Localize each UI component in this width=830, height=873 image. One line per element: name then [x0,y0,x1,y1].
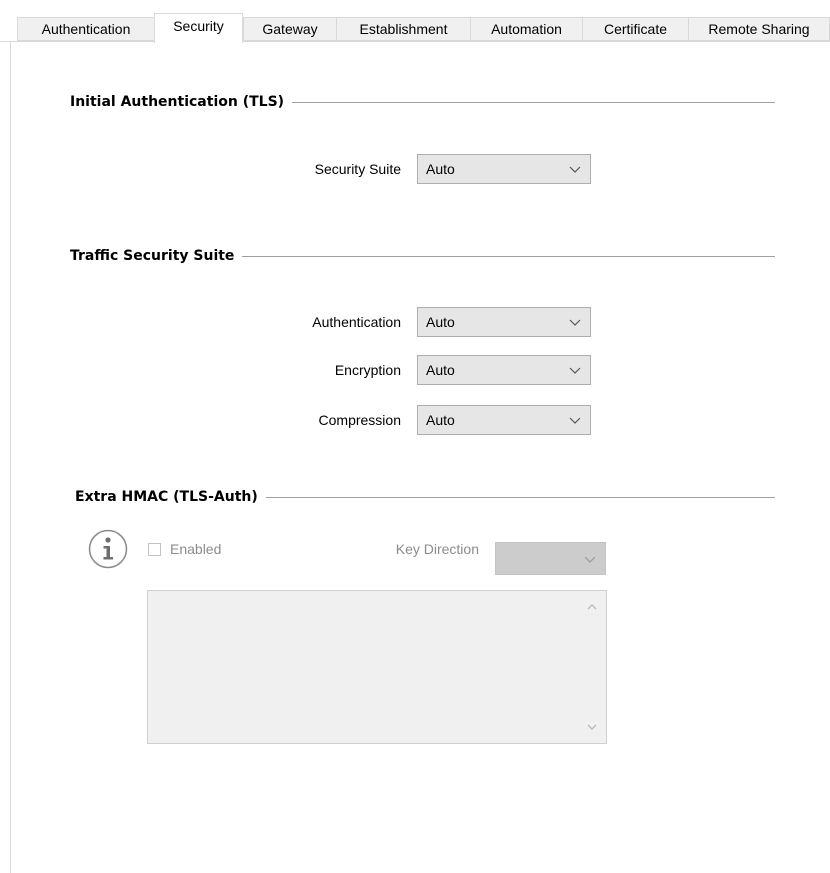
encryption-label: Encryption [334,362,401,378]
tab-automation[interactable]: Automation [470,17,582,41]
initial-auth-group-header: Initial Authentication (TLS) [70,92,775,112]
security-suite-dropdown[interactable]: Auto [417,154,591,184]
key-direction-dropdown[interactable] [495,542,606,575]
initial-auth-group-title: Initial Authentication (TLS) [70,94,285,110]
security-suite-value: Auto [426,161,455,177]
traffic-group-header: Traffic Security Suite [70,246,775,266]
chevron-down-icon [569,319,581,326]
chevron-down-icon [584,556,596,563]
authentication-value: Auto [426,314,455,330]
tab-remote-sharing[interactable]: Remote Sharing [688,17,830,41]
security-suite-label: Security Suite [314,161,401,177]
group-divider [265,496,775,498]
encryption-dropdown[interactable]: Auto [417,355,591,385]
authentication-dropdown[interactable]: Auto [417,307,591,337]
tab-strip: Authentication Security Gateway Establis… [0,0,830,43]
info-icon[interactable] [88,529,128,569]
hmac-group-header: Extra HMAC (TLS-Auth) [75,487,775,507]
traffic-group-title: Traffic Security Suite [70,248,235,264]
encryption-value: Auto [426,362,455,378]
chevron-down-icon [569,417,581,424]
scroll-down-arrow-icon[interactable] [586,723,598,731]
tab-gateway[interactable]: Gateway [243,17,336,41]
chevron-down-icon [569,367,581,374]
scroll-up-arrow-icon[interactable] [586,603,598,611]
tab-certificate[interactable]: Certificate [582,17,688,41]
authentication-label: Authentication [312,314,401,330]
tab-authentication[interactable]: Authentication [17,17,154,41]
page-frame-edge [10,42,11,873]
key-direction-label: Key Direction [395,541,479,557]
compression-dropdown[interactable]: Auto [417,405,591,435]
compression-label: Compression [318,412,401,428]
chevron-down-icon [569,166,581,173]
tls-auth-key-textarea[interactable] [147,590,607,744]
enabled-label: Enabled [170,541,222,557]
group-divider [292,101,775,103]
tab-strip-baseline [0,41,830,42]
tab-security[interactable]: Security [154,13,243,43]
hmac-group-title: Extra HMAC (TLS-Auth) [75,489,258,505]
compression-value: Auto [426,412,455,428]
tab-establishment[interactable]: Establishment [336,17,470,41]
enabled-checkbox[interactable] [148,543,161,556]
group-divider [242,255,775,257]
